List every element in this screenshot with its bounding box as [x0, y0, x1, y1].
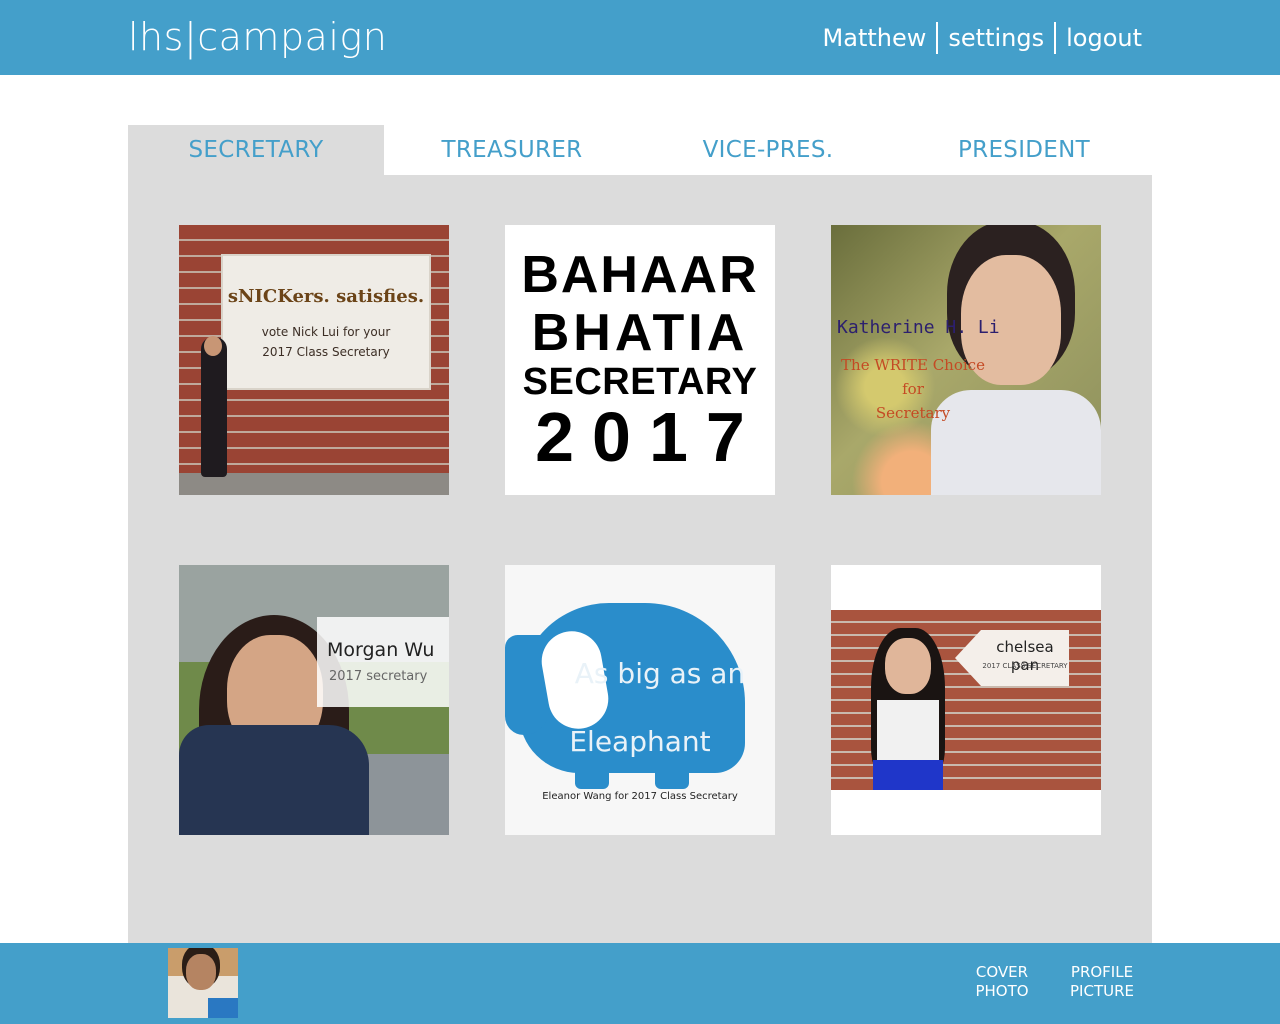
candidate-card-eleanor-wang[interactable]: As big as an Eleaphant Eleanor Wang for … — [505, 565, 775, 835]
tab-vice-president[interactable]: VICE-PRES. — [640, 125, 896, 175]
bottom-bar: COVER PHOTO PROFILE PICTURE — [0, 943, 1280, 1024]
poster-year: 2017 — [535, 398, 763, 476]
candidate-face — [885, 638, 931, 694]
thumbnail-head — [186, 954, 216, 990]
link-line: COVER — [975, 963, 1029, 981]
poster-office: 2017 secretary — [329, 669, 428, 684]
profile-picture-link[interactable]: PROFILE PICTURE — [1060, 963, 1144, 1001]
poster-first-name: BAHAAR — [521, 246, 759, 304]
candidate-skirt — [873, 760, 943, 790]
campaign-sign: sNICKers. satisfies. vote Nick Lui for y… — [223, 256, 429, 388]
poster-name: Morgan Wu — [327, 639, 435, 661]
user-link[interactable]: Matthew — [823, 24, 927, 52]
link-line: PHOTO — [975, 982, 1029, 1000]
poster-slogan-line1: As big as an — [574, 657, 746, 690]
tab-president[interactable]: PRESIDENT — [896, 125, 1152, 175]
candidate-card-katherine-li[interactable]: Katherine H. Li The WRITE Choice for Sec… — [831, 225, 1101, 495]
poster-name: Katherine H. Li — [837, 317, 1000, 338]
poster-label: Morgan Wu 2017 secretary — [317, 617, 449, 707]
poster-line: The WRITE Choice for — [841, 356, 985, 398]
candidates-panel: sNICKers. satisfies. vote Nick Lui for y… — [128, 175, 1152, 943]
nav-divider — [936, 22, 939, 54]
office-tabs: SECRETARY TREASURER VICE-PRES. PRESIDENT — [128, 125, 1152, 175]
poster-caption: Eleanor Wang for 2017 Class Secretary — [542, 791, 738, 802]
cover-photo-link[interactable]: COVER PHOTO — [966, 963, 1038, 1001]
poster-line: Secretary — [875, 404, 951, 422]
top-nav: Matthew settings logout — [823, 20, 1142, 56]
candidate-card-nick-lui[interactable]: sNICKers. satisfies. vote Nick Lui for y… — [179, 225, 449, 495]
candidate-head — [204, 336, 222, 356]
nav-divider — [1054, 22, 1057, 54]
top-bar: lhs|campaign Matthew settings logout — [0, 0, 1280, 75]
thumbnail-sign — [208, 998, 238, 1018]
candidate-photo: chelsea pan 2017 CLASS SECRETARY — [831, 610, 1101, 790]
candidate-card-morgan-wu[interactable]: Morgan Wu 2017 secretary — [179, 565, 449, 835]
poster-slogan: sNICKers. satisfies. — [227, 286, 425, 307]
candidate-card-chelsea-pan[interactable]: chelsea pan 2017 CLASS SECRETARY — [831, 565, 1101, 835]
poster-line: 2017 Class Secretary — [262, 345, 390, 359]
candidate-sweater — [179, 725, 369, 835]
logout-link[interactable]: logout — [1066, 24, 1142, 52]
candidate-figure — [201, 337, 227, 477]
poster-last-name: BHATIA — [531, 304, 749, 362]
poster-slogan-line2: Eleaphant — [569, 725, 711, 758]
profile-thumbnail[interactable] — [168, 948, 238, 1018]
poster-slogan: The WRITE Choice for Secretary — [831, 353, 995, 425]
poster-tag: chelsea pan 2017 CLASS SECRETARY — [955, 630, 1069, 686]
poster-line: vote Nick Lui for your — [261, 325, 391, 339]
tab-secretary[interactable]: SECRETARY — [128, 125, 384, 175]
poster-office: 2017 CLASS SECRETARY — [982, 662, 1068, 670]
candidate-card-bahaar-bhatia[interactable]: BAHAAR BHATIA SECRETARY 2017 — [505, 225, 775, 495]
poster-subtitle: vote Nick Lui for your 2017 Class Secret… — [223, 322, 429, 362]
candidate-top — [877, 700, 939, 760]
tab-treasurer[interactable]: TREASURER — [384, 125, 640, 175]
settings-link[interactable]: settings — [948, 24, 1044, 52]
link-line: PICTURE — [1070, 982, 1134, 1000]
link-line: PROFILE — [1070, 963, 1134, 981]
brand-logo[interactable]: lhs|campaign — [128, 14, 387, 60]
